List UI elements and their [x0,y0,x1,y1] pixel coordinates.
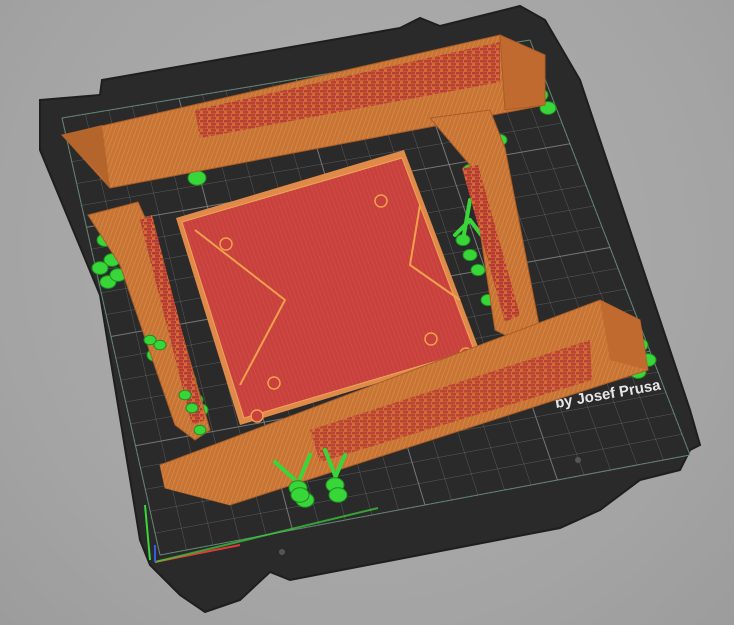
3d-preview-viewport[interactable]: by Josef Prusa [0,0,734,625]
support-pad [328,487,348,503]
support-pad [470,263,486,277]
print-preview-scene[interactable]: by Josef Prusa [0,0,734,625]
support-pad [185,402,199,414]
support-pad [178,389,192,401]
support-pad [193,424,207,436]
support-pad [290,487,310,503]
support-pad [91,261,109,275]
bed-screw-hole [279,549,285,555]
support-pad [153,339,167,351]
bed-screw-hole [575,457,581,463]
support-pad [462,248,478,262]
